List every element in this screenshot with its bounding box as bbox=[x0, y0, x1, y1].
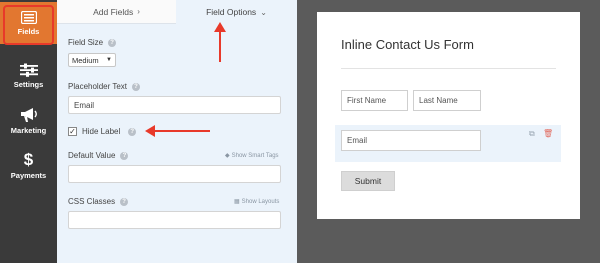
field-size-select[interactable]: Medium ▼ bbox=[68, 53, 116, 67]
hide-label-checkbox[interactable]: ✓ bbox=[68, 127, 77, 136]
sidebar-item-payments[interactable]: $ Payments bbox=[0, 144, 57, 186]
help-icon[interactable]: ? bbox=[108, 38, 117, 47]
first-name-field[interactable]: First Name bbox=[341, 90, 408, 111]
highlight-outline bbox=[3, 5, 54, 45]
grid-icon: ▦ bbox=[234, 199, 240, 205]
email-placeholder: Email bbox=[347, 136, 368, 145]
default-value-label-text: Default Value bbox=[68, 151, 116, 160]
tab-label: Field Options bbox=[206, 7, 257, 17]
tag-icon: ◆ bbox=[225, 153, 230, 159]
sidebar-item-fields[interactable]: Fields bbox=[0, 2, 57, 45]
help-icon[interactable]: ? bbox=[128, 127, 137, 136]
placeholder-text-label: Placeholder Text ? bbox=[68, 82, 140, 91]
chevron-down-icon: ⌄ bbox=[260, 7, 267, 17]
default-value-input[interactable] bbox=[68, 165, 281, 183]
last-name-placeholder: Last Name bbox=[419, 96, 458, 105]
tab-add-fields[interactable]: Add Fields › bbox=[57, 0, 176, 24]
placeholder-text-input[interactable]: Email bbox=[68, 96, 281, 114]
css-classes-input[interactable] bbox=[68, 211, 281, 229]
sidebar-item-label: Marketing bbox=[10, 126, 47, 135]
sliders-icon bbox=[19, 63, 38, 77]
help-icon[interactable]: ? bbox=[120, 151, 129, 160]
show-smart-tags-text: Show Smart Tags bbox=[231, 152, 279, 159]
annotation-arrow-up bbox=[214, 22, 226, 62]
annotation-arrow-left bbox=[145, 125, 210, 137]
megaphone-icon bbox=[20, 107, 38, 123]
field-size-label: Field Size ? bbox=[68, 38, 117, 47]
dollar-icon: $ bbox=[23, 149, 34, 169]
chevron-right-icon: › bbox=[137, 7, 140, 16]
field-size-value: Medium bbox=[72, 55, 99, 65]
hide-label-label: Hide Label ? bbox=[82, 127, 137, 136]
form-title: Inline Contact Us Form bbox=[341, 37, 474, 52]
builder-sidebar: Fields Settings Marketing $ Payments bbox=[0, 0, 57, 263]
panel-tabs: Add Fields › Field Options ⌄ bbox=[57, 0, 297, 24]
form-preview-area: Inline Contact Us Form First Name Last N… bbox=[297, 0, 600, 263]
checkmark-icon: ✓ bbox=[69, 126, 76, 136]
css-classes-label: CSS Classes ? bbox=[68, 197, 129, 206]
duplicate-icon[interactable]: ⧉ bbox=[529, 129, 535, 139]
submit-button[interactable]: Submit bbox=[341, 171, 395, 191]
hide-label-text: Hide Label bbox=[82, 127, 121, 136]
email-field[interactable]: Email bbox=[341, 130, 481, 151]
submit-label: Submit bbox=[354, 176, 382, 186]
last-name-field[interactable]: Last Name bbox=[413, 90, 481, 111]
show-layouts-link[interactable]: ▦ Show Layouts bbox=[234, 198, 280, 206]
first-name-placeholder: First Name bbox=[347, 96, 387, 105]
sidebar-item-settings[interactable]: Settings bbox=[0, 55, 57, 97]
show-smart-tags-link[interactable]: ◆ Show Smart Tags bbox=[225, 152, 279, 160]
sidebar-item-label: Payments bbox=[10, 170, 47, 180]
chevron-down-icon: ▼ bbox=[106, 57, 112, 63]
title-divider bbox=[341, 68, 556, 69]
placeholder-text-label-text: Placeholder Text bbox=[68, 82, 127, 91]
help-icon[interactable]: ? bbox=[120, 197, 129, 206]
form-preview-card: Inline Contact Us Form First Name Last N… bbox=[317, 12, 580, 219]
css-classes-label-text: CSS Classes bbox=[68, 197, 116, 206]
tab-label: Add Fields bbox=[93, 6, 134, 17]
sidebar-item-label: Settings bbox=[13, 80, 44, 89]
field-size-label-text: Field Size bbox=[68, 38, 104, 47]
show-layouts-text: Show Layouts bbox=[241, 198, 280, 205]
default-value-label: Default Value ? bbox=[68, 151, 129, 160]
help-icon[interactable]: ? bbox=[132, 82, 140, 91]
trash-icon[interactable]: 🗑 bbox=[543, 129, 553, 138]
placeholder-text-value: Email bbox=[74, 100, 95, 110]
sidebar-item-marketing[interactable]: Marketing bbox=[0, 100, 57, 142]
tab-field-options[interactable]: Field Options ⌄ bbox=[176, 0, 297, 24]
